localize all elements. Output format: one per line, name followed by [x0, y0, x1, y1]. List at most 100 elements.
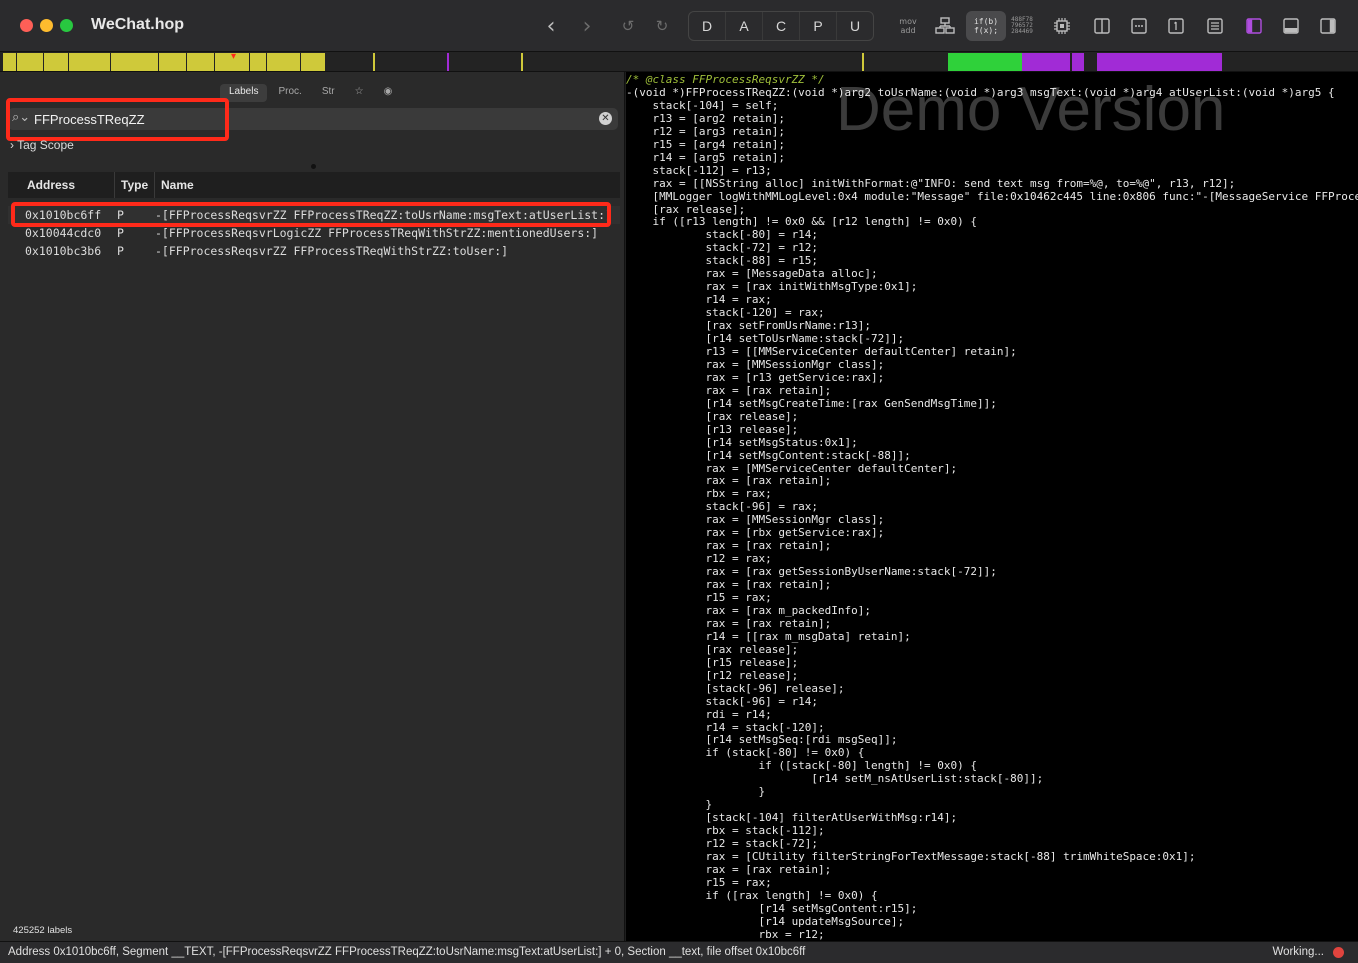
navigation-bar[interactable]: ▾	[0, 52, 1358, 72]
code-line: rax = [rax retain];	[626, 539, 832, 553]
code-line: [r14 setMsgCreateTime:[rax GenSendMsgTim…	[626, 396, 997, 410]
split-columns-icon[interactable]	[1090, 11, 1114, 41]
code-line: if (stack[-80] != 0x0) {	[626, 746, 865, 760]
demo-watermark: Demo Version	[836, 75, 1226, 144]
pseudo-line-1: if(b)	[973, 17, 999, 26]
sidebar-tabs: Labels Proc. Str ☆ ◉	[220, 84, 401, 102]
row-address: 0x1010bc3b6	[25, 244, 102, 258]
minimize-window-button[interactable]	[40, 19, 53, 32]
nav-gap	[43, 53, 44, 71]
nav-segment	[447, 53, 449, 71]
zoom-window-button[interactable]	[60, 19, 73, 32]
document-number-icon[interactable]	[1164, 11, 1188, 41]
assembly-view-button[interactable]: mov add	[896, 11, 920, 41]
mode-p-button[interactable]: P	[800, 12, 837, 40]
code-line: rax = [[NSString alloc] initWithFormat:@…	[626, 176, 1236, 190]
tab-bookmarks[interactable]: ☆	[346, 84, 373, 102]
row-type: P	[117, 226, 124, 240]
cfg-graph-icon[interactable]	[932, 11, 958, 41]
tab-procedures[interactable]: Proc.	[269, 84, 310, 102]
code-line: stack[-72] = r12;	[626, 241, 819, 255]
close-window-button[interactable]	[20, 19, 33, 32]
forward-arrow-icon[interactable]: ›	[574, 11, 600, 41]
status-bar: Address 0x1010bc6ff, Segment __TEXT, -[F…	[0, 941, 1358, 963]
column-header-address[interactable]: Address	[8, 172, 115, 198]
code-line: [r13 release];	[626, 422, 799, 436]
stop-icon[interactable]	[1333, 947, 1344, 958]
code-line: r14 = stack[-120];	[626, 720, 825, 734]
nav-gap	[186, 53, 187, 71]
code-line: rax = [MMServiceCenter defaultCenter];	[626, 461, 958, 475]
code-line: -(void *)FFProcessTReqZZ:(void *)arg2 to…	[626, 85, 1335, 99]
movadd-line-2: add	[900, 26, 916, 35]
hex-view-button[interactable]: 488F78 796572 284469	[1010, 11, 1034, 41]
status-text: Address 0x1010bc6ff, Segment __TEXT, -[F…	[8, 946, 806, 958]
window-title: WeChat.hop	[91, 16, 185, 33]
cpu-chip-icon[interactable]	[1050, 11, 1074, 41]
tab-strings[interactable]: Str	[313, 84, 344, 102]
code-line: rax = [MMSessionMgr class];	[626, 513, 885, 527]
tag-scope-toggle[interactable]: › Tag Scope	[10, 138, 74, 152]
nav-segment	[521, 53, 523, 71]
code-line: rdi = r14;	[626, 707, 772, 721]
nav-gap	[110, 53, 111, 71]
code-line: stack[-80] = r14;	[626, 228, 819, 242]
code-line: r15 = rax;	[626, 875, 772, 889]
nav-gap	[300, 53, 301, 71]
nav-gap	[249, 53, 250, 71]
column-header-type[interactable]: Type	[115, 172, 155, 198]
column-header-name[interactable]: Name	[155, 172, 620, 198]
nav-segment	[373, 53, 375, 71]
pseudocode-editor[interactable]: Demo Version /* @class FFProcessReqsvrZZ…	[626, 72, 1358, 941]
pseudo-line-2: f(x);	[973, 26, 999, 35]
code-line: r15 = rax;	[626, 591, 772, 604]
movadd-line-1: mov	[899, 17, 917, 26]
toggle-left-sidebar-icon[interactable]	[1242, 11, 1266, 41]
mode-d-button[interactable]: D	[689, 12, 726, 40]
tag-scope-label: Tag Scope	[17, 138, 74, 152]
undo-icon[interactable]: ↺	[616, 11, 640, 41]
code-line: rax = [rbx getService:rax];	[626, 526, 885, 540]
redo-icon[interactable]: ↻	[650, 11, 674, 41]
dashed-frame-icon[interactable]	[1127, 11, 1151, 41]
toggle-bottom-panel-icon[interactable]	[1279, 11, 1303, 41]
code-line: r14 = [[rax m_msgData] retain];	[626, 629, 911, 643]
row-address: 0x10044cdc0	[25, 226, 102, 240]
nav-segment	[1072, 53, 1084, 71]
clear-search-icon[interactable]: ✕	[599, 112, 612, 125]
nav-segment	[948, 53, 1022, 71]
label-count: 425252 labels	[13, 925, 73, 936]
code-line: rax = [rax getSessionByUserName:stack[-7…	[626, 565, 997, 579]
code-line: r14 = [arg5 retain];	[626, 150, 785, 164]
code-line: rax = [rax m_packedInfo];	[626, 603, 872, 617]
code-line: r13 = [[MMServiceCenter defaultCenter] r…	[626, 344, 1017, 358]
code-line: [stack[-96] release];	[626, 681, 845, 695]
code-line: stack[-96] = rax;	[626, 500, 819, 514]
code-line: if ([r13 length] != 0x0 && [r12 length] …	[626, 215, 977, 229]
code-line: rbx = rax;	[626, 487, 772, 501]
code-line: rax = [rax retain];	[626, 862, 832, 876]
code-line: [r14 setMsgSeq:[rdi msgSeq]];	[626, 733, 898, 747]
code-line: r13 = [arg2 retain];	[626, 111, 785, 125]
mode-u-button[interactable]: U	[837, 12, 873, 40]
row-name: -[FFProcessReqsvrZZ FFProcessTReqWithStr…	[155, 244, 509, 258]
mode-a-button[interactable]: A	[726, 12, 763, 40]
nav-segment	[1022, 53, 1070, 71]
table-row[interactable]: 0x1010bc3b6 P -[FFProcessReqsvrZZ FFProc…	[8, 242, 620, 260]
row-name: -[FFProcessReqsvrLogicZZ FFProcessTReqWi…	[155, 226, 599, 240]
back-arrow-icon[interactable]: ‹	[538, 11, 564, 41]
list-view-icon[interactable]	[1203, 11, 1227, 41]
toggle-right-sidebar-icon[interactable]	[1316, 11, 1340, 41]
tab-tags[interactable]: ◉	[375, 84, 402, 102]
code-line: stack[-104] = self;	[626, 98, 779, 112]
code-line: rax = [rax initWithMsgType:0x1];	[626, 280, 918, 294]
code-line: r12 = [arg3 retain];	[626, 124, 785, 138]
nav-gap	[158, 53, 159, 71]
code-line: r14 = rax;	[626, 293, 772, 307]
code-line: stack[-120] = rax;	[626, 306, 825, 320]
pseudocode-view-button[interactable]: if(b) f(x);	[966, 11, 1006, 41]
code-line: r12 = rax;	[626, 552, 772, 566]
resize-handle-dot[interactable]	[311, 164, 316, 169]
code-line: rax = [r13 getService:rax];	[626, 370, 885, 384]
mode-c-button[interactable]: C	[763, 12, 800, 40]
